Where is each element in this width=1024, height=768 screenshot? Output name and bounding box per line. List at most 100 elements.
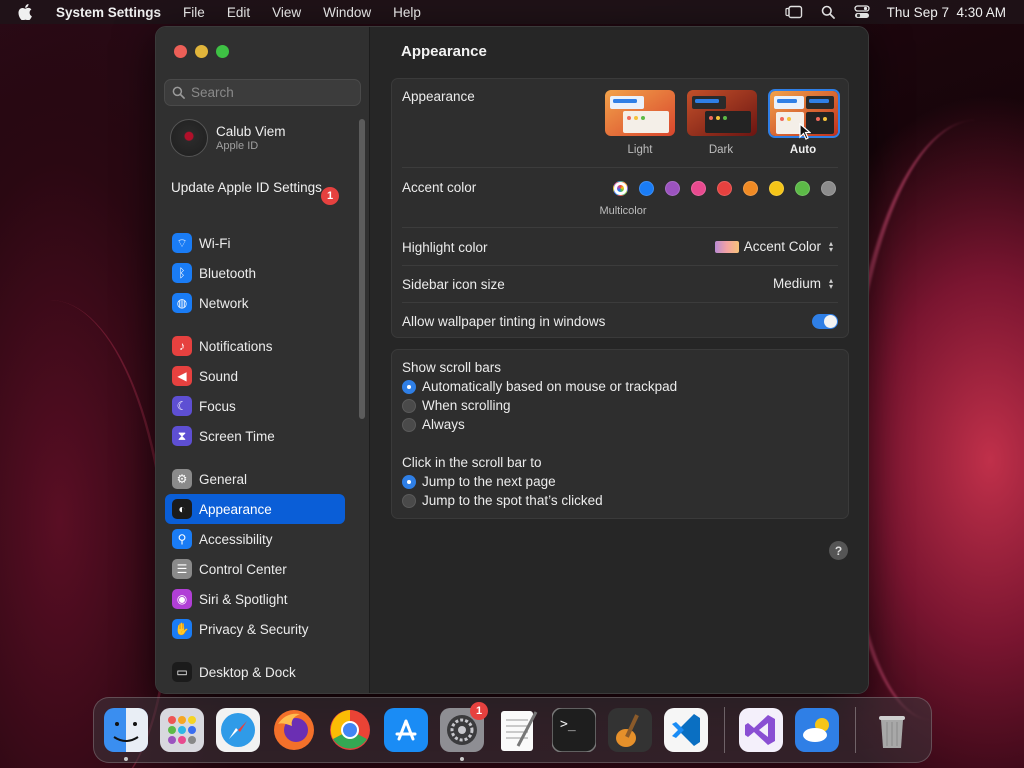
dock-firefox[interactable] — [272, 708, 316, 752]
dock-textedit[interactable] — [496, 708, 540, 752]
radio-label: Jump to the spot that’s clicked — [422, 493, 603, 508]
sidebar-icon-size-popup[interactable]: Medium ▴ ▾ — [773, 276, 836, 291]
accent-color-swatch[interactable] — [717, 181, 732, 196]
highlight-color-popup[interactable]: Accent Color ▴ ▾ — [714, 239, 836, 254]
appearance-light-label: Light — [627, 144, 653, 156]
appearance-group: Appearance Light Dark Auto Accent color … — [391, 78, 849, 338]
stage-manager-icon[interactable] — [785, 4, 803, 20]
hand-icon: ✋ — [172, 619, 192, 639]
radio-option[interactable]: Jump to the next page — [402, 474, 556, 489]
apple-menu-icon[interactable] — [18, 4, 36, 20]
app-name-menu[interactable]: System Settings — [50, 5, 172, 20]
dock-trash[interactable] — [870, 708, 914, 752]
window-controls — [174, 45, 229, 58]
app-store-icon — [384, 708, 428, 752]
search-input[interactable] — [191, 85, 351, 100]
sidebar-item-general[interactable]: ⚙ General — [165, 464, 345, 494]
accent-color-swatch[interactable] — [691, 181, 706, 196]
apple-id-account[interactable]: Calub Viem Apple ID — [170, 119, 286, 157]
sidebar-item-focus[interactable]: ☾ Focus — [165, 391, 345, 421]
menu-window[interactable]: Window — [312, 5, 382, 20]
wallpaper-tinting-toggle[interactable] — [812, 314, 838, 329]
menu-help[interactable]: Help — [382, 5, 432, 20]
menu-view[interactable]: View — [261, 5, 312, 20]
menu-file[interactable]: File — [172, 5, 216, 20]
dock-vscode[interactable] — [664, 708, 708, 752]
sidebar-item-label: Notifications — [199, 338, 273, 354]
appearance-light-option[interactable] — [605, 90, 675, 136]
sidebar-item-network[interactable]: ◍ Network — [165, 288, 345, 318]
account-subtitle: Apple ID — [216, 140, 259, 152]
accent-color-swatch[interactable] — [821, 181, 836, 196]
accent-color-swatch[interactable] — [769, 181, 784, 196]
dock-app-store[interactable] — [384, 708, 428, 752]
dock-visual-studio[interactable] — [739, 708, 783, 752]
accent-color-swatch[interactable] — [665, 181, 680, 196]
help-button[interactable]: ? — [829, 541, 848, 560]
accent-color-swatch[interactable] — [743, 181, 758, 196]
sidebar-item-wi-fi[interactable]: ⌔ Wi-Fi — [165, 228, 345, 258]
dock-terminal[interactable]: >_ — [552, 708, 596, 752]
highlight-color-preview — [714, 240, 739, 253]
minimize-button[interactable] — [195, 45, 208, 58]
dock-badge: 1 — [470, 702, 488, 720]
radio-option[interactable]: Jump to the spot that’s clicked — [402, 493, 603, 508]
update-apple-id-settings[interactable]: Update Apple ID Settings — [171, 180, 341, 196]
radio-button[interactable] — [402, 493, 416, 508]
scroll-bars-group: Show scroll bars Automatically based on … — [391, 349, 849, 519]
radio-button[interactable] — [402, 417, 416, 432]
sidebar-item-screen-time[interactable]: ⧗ Screen Time — [165, 421, 345, 451]
dock-launchpad[interactable] — [160, 708, 204, 752]
gear-icon: ⚙ — [172, 469, 192, 489]
sidebar-search[interactable] — [164, 79, 361, 106]
sidebar-item-desktop-dock[interactable]: ▭ Desktop & Dock — [165, 657, 345, 687]
sidebar-item-appearance[interactable]: ◐ Appearance — [165, 494, 345, 524]
close-button[interactable] — [174, 45, 187, 58]
appearance-pane: Appearance Appearance Light Dark Auto Ac… — [371, 27, 868, 693]
sidebar-item-privacy-security[interactable]: ✋ Privacy & Security — [165, 614, 345, 644]
radio-option[interactable]: Always — [402, 417, 465, 432]
sidebar: Calub Viem Apple ID Update Apple ID Sett… — [156, 27, 370, 693]
dock-system-settings[interactable]: 1 — [440, 702, 488, 761]
radio-button[interactable] — [402, 474, 416, 489]
show-scroll-bars-label: Show scroll bars — [402, 360, 502, 375]
radio-option[interactable]: Automatically based on mouse or trackpad — [402, 379, 677, 394]
accent-color-swatch[interactable] — [639, 181, 654, 196]
appearance-dark-label: Dark — [708, 144, 734, 156]
radio-button[interactable] — [402, 379, 416, 394]
speaker-icon: ◀ — [172, 366, 192, 386]
appearance-dark-option[interactable] — [687, 90, 757, 136]
radio-button[interactable] — [402, 398, 416, 413]
accent-multicolor-swatch[interactable] — [613, 181, 628, 196]
radio-label: Automatically based on mouse or trackpad — [422, 379, 678, 394]
sidebar-item-label: Siri & Spotlight — [199, 591, 288, 607]
sidebar-scrollbar[interactable] — [359, 119, 365, 419]
sidebar-item-sound[interactable]: ◀ Sound — [165, 361, 345, 391]
radio-label: Always — [422, 417, 465, 432]
zoom-button[interactable] — [216, 45, 229, 58]
appearance-auto-label: Auto — [789, 144, 817, 156]
sidebar-item-control-center[interactable]: ☰ Control Center — [165, 554, 345, 584]
dock-garageband[interactable] — [608, 708, 652, 752]
siri-icon: ◉ — [172, 589, 192, 609]
click-scroll-bar-label: Click in the scroll bar to — [402, 455, 542, 470]
sidebar-item-accessibility[interactable]: ⚲ Accessibility — [165, 524, 345, 554]
sidebar-item-siri-spotlight[interactable]: ◉ Siri & Spotlight — [165, 584, 345, 614]
dock: 1 >_ — [93, 697, 932, 763]
dock-weather[interactable] — [795, 708, 839, 752]
spotlight-search-icon[interactable] — [819, 4, 837, 20]
menu-bar-clock[interactable]: Thu Sep 7 4:30 AM — [887, 5, 1006, 20]
dock-safari[interactable] — [216, 708, 260, 752]
trash-icon — [879, 716, 905, 748]
radio-option[interactable]: When scrolling — [402, 398, 511, 413]
control-center-menu-icon[interactable] — [853, 4, 871, 20]
menu-edit[interactable]: Edit — [216, 5, 261, 20]
sidebar-item-label: Desktop & Dock — [199, 664, 296, 680]
dock-chrome[interactable] — [328, 708, 372, 752]
sidebar-item-bluetooth[interactable]: ᛒ Bluetooth — [165, 258, 345, 288]
accent-color-swatch[interactable] — [795, 181, 810, 196]
radio-label: Jump to the next page — [422, 474, 556, 489]
sidebar-item-label: Network — [199, 295, 249, 311]
sidebar-item-notifications[interactable]: ♪ Notifications — [165, 331, 345, 361]
dock-finder[interactable] — [104, 708, 148, 761]
